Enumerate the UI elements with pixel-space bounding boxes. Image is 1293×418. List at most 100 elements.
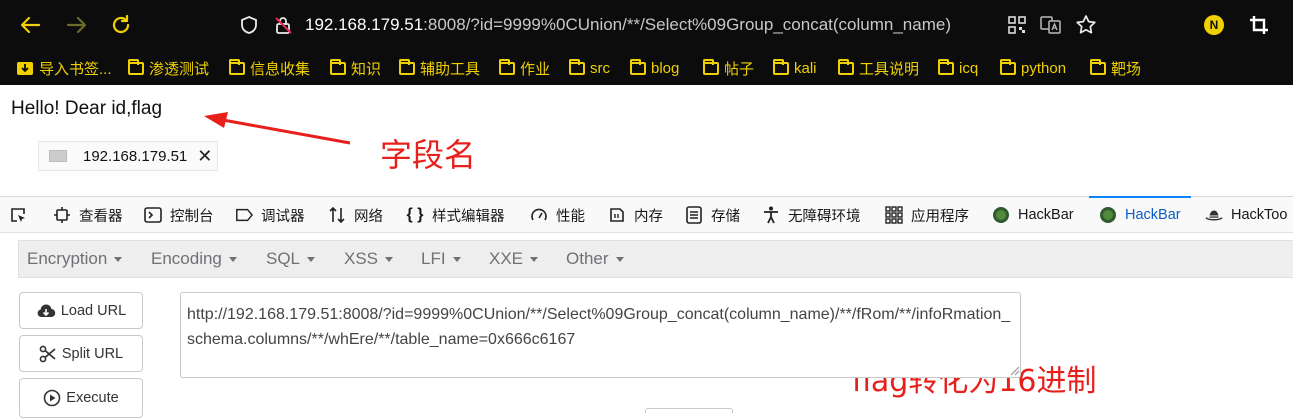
back-button[interactable] (17, 12, 43, 38)
tab-inspector[interactable]: 查看器 (53, 197, 123, 233)
bookmark-folder[interactable]: 工具说明 (838, 57, 919, 79)
tab-label: 内存 (634, 208, 663, 225)
bookmark-label: 导入书签... (39, 60, 112, 78)
bookmark-folder[interactable]: blog (630, 57, 679, 79)
menu-other[interactable]: Other (566, 249, 624, 269)
translate-icon[interactable] (1038, 12, 1064, 38)
menu-xxe[interactable]: XXE (489, 249, 539, 269)
bookmark-folder[interactable]: kali (773, 57, 817, 79)
menu-xss[interactable]: XSS (344, 249, 394, 269)
screenshot-crop-icon[interactable] (1246, 12, 1272, 38)
image-chip[interactable]: 192.168.179.51 ✕ (38, 141, 218, 171)
tab-label: 网络 (354, 208, 383, 225)
menu-label: SQL (266, 249, 301, 268)
close-icon[interactable]: ✕ (197, 146, 212, 167)
hackbar-icon (1099, 206, 1117, 224)
bookmark-label: blog (651, 59, 680, 77)
folder-icon (773, 58, 789, 75)
bookmark-folder[interactable]: 帖子 (703, 57, 754, 79)
memory-chip-icon (608, 206, 626, 224)
network-arrows-icon (328, 206, 346, 224)
bookmark-label: 渗透测试 (149, 60, 210, 78)
profile-avatar[interactable]: N (1201, 12, 1227, 38)
tab-storage[interactable]: 存储 (685, 197, 740, 233)
storage-icon (685, 206, 703, 224)
picker-icon (9, 206, 27, 224)
bookmark-folder[interactable]: 知识 (330, 57, 381, 79)
inspector-icon (53, 206, 71, 224)
folder-icon (330, 58, 346, 75)
menu-encoding[interactable]: Encoding (151, 249, 237, 269)
url-fade (975, 12, 1005, 38)
page-content: Hello! Dear id,flag 192.168.179.51 ✕ (0, 85, 1293, 195)
tab-label: 性能 (556, 208, 585, 225)
tab-label: 存储 (711, 208, 740, 225)
caret-down-icon (452, 257, 461, 263)
load-url-button[interactable]: Load URL (19, 292, 143, 329)
bookmark-folder[interactable]: 渗透测试 (128, 57, 209, 79)
caret-down-icon (615, 257, 624, 263)
fedora-hat-icon (1205, 206, 1223, 224)
folder-icon (229, 58, 245, 75)
qr-code-icon[interactable] (1004, 12, 1030, 38)
reload-button[interactable] (108, 12, 134, 38)
tab-hackbar[interactable]: HackBar (992, 197, 1074, 233)
menu-label: Other (566, 249, 609, 268)
tab-memory[interactable]: 内存 (608, 197, 663, 233)
devtools-tab-strip: 查看器 控制台 调试器 网络 { } 样式编辑器 性能 内存 存储 无障碍环境 … (0, 196, 1293, 233)
tab-style-editor[interactable]: { } 样式编辑器 (406, 197, 505, 233)
bookmark-label: icq (959, 59, 979, 77)
bookmark-folder[interactable]: 作业 (499, 57, 550, 79)
bookmark-folder[interactable]: 辅助工具 (399, 57, 480, 79)
bookmark-label: 辅助工具 (420, 60, 481, 78)
folder-icon (128, 58, 144, 75)
forward-arrow-icon (66, 16, 87, 34)
bookmark-star-icon[interactable] (1073, 12, 1099, 38)
tab-label: 无障碍环境 (788, 208, 861, 225)
tab-accessibility[interactable]: 无障碍环境 (762, 197, 861, 233)
tab-application[interactable]: 应用程序 (885, 197, 969, 233)
bookmark-folder[interactable]: 靶场 (1090, 57, 1141, 79)
back-arrow-icon (20, 16, 41, 34)
forward-button[interactable] (64, 12, 90, 38)
tab-debugger[interactable]: 调试器 (235, 197, 305, 233)
bookmark-import[interactable]: 导入书签... (16, 57, 112, 79)
tab-label: HackToo (1231, 207, 1288, 223)
resize-grip-icon[interactable] (1008, 364, 1020, 376)
chip-ip-label: 192.168.179.51 (83, 147, 188, 165)
tab-performance[interactable]: 性能 (530, 197, 585, 233)
tab-hackbar-active[interactable]: HackBar (1089, 196, 1191, 233)
bookmarks-bar: 导入书签... 渗透测试 信息收集 知识 辅助工具 作业 src blog 帖子… (0, 50, 1293, 85)
caret-down-icon (228, 257, 237, 263)
bookmark-folder[interactable]: src (569, 57, 610, 79)
tracking-shield-icon[interactable] (236, 12, 262, 38)
split-url-button[interactable]: Split URL (19, 335, 143, 372)
tab-network[interactable]: 网络 (328, 197, 383, 233)
hackbar-option-button[interactable] (645, 408, 733, 413)
insecure-lock-icon[interactable] (270, 12, 296, 38)
tab-label: 控制台 (170, 208, 214, 225)
bookmark-folder[interactable]: 信息收集 (229, 57, 310, 79)
broken-image-icon (49, 150, 67, 162)
bookmark-label: 信息收集 (250, 60, 311, 78)
import-bookmarks-icon (17, 62, 33, 75)
tab-hacktools[interactable]: HackToo (1205, 197, 1287, 233)
url-textarea[interactable]: http://192.168.179.51:8008/?id=9999%0CUn… (180, 292, 1021, 378)
menu-lfi[interactable]: LFI (421, 249, 461, 269)
tab-console[interactable]: 控制台 (144, 197, 214, 233)
element-picker-button[interactable] (9, 197, 35, 233)
folder-icon (1090, 58, 1106, 75)
accessibility-person-icon (762, 206, 780, 224)
folder-icon (838, 58, 854, 75)
bookmark-folder[interactable]: icq (938, 57, 978, 79)
bookmark-label: kali (794, 59, 817, 77)
url-text[interactable]: 192.168.179.51:8008/?id=9999%0CUnion/**/… (305, 13, 1002, 37)
bookmark-label: 作业 (520, 60, 551, 78)
folder-icon (1000, 58, 1016, 75)
console-icon (144, 206, 162, 224)
bookmark-folder[interactable]: python (1000, 57, 1066, 79)
menu-encryption[interactable]: Encryption (27, 249, 123, 269)
execute-button[interactable]: Execute (19, 378, 143, 418)
scissors-icon (39, 345, 57, 363)
menu-sql[interactable]: SQL (266, 249, 316, 269)
